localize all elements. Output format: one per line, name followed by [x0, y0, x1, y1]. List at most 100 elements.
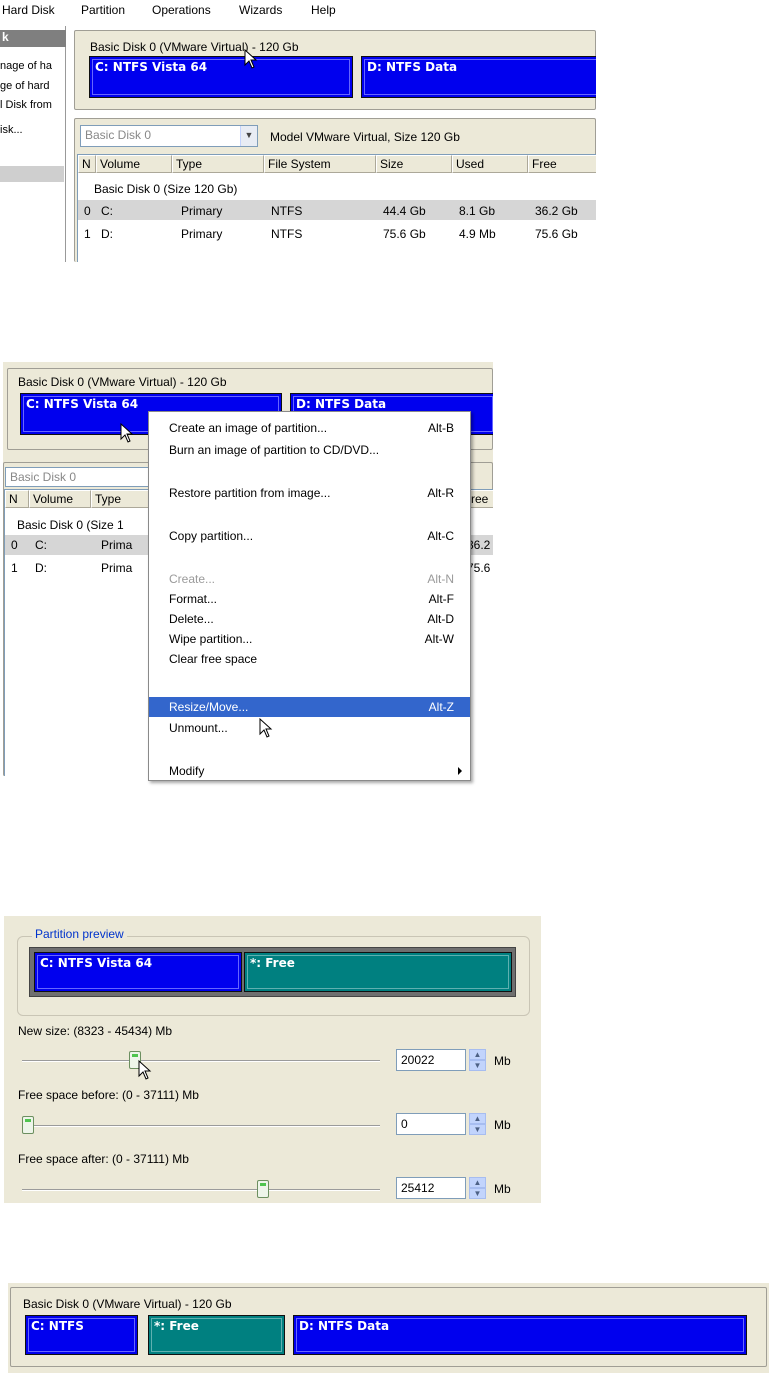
table-cell: 75.6 Gb: [383, 227, 426, 241]
free-before-spinner[interactable]: ▲ ▼: [469, 1113, 486, 1135]
preview-free-space[interactable]: *: Free: [244, 952, 512, 992]
mouse-cursor-icon: [138, 1060, 152, 1080]
col-header-used[interactable]: Used: [452, 155, 528, 173]
table-cell: 0: [84, 204, 91, 218]
free-after-slider-thumb[interactable]: [257, 1180, 270, 1198]
menu-bar: Hard Disk Partition Operations Wizards H…: [0, 0, 596, 20]
free-after-input[interactable]: 25412: [396, 1177, 466, 1199]
spin-up-icon[interactable]: ▲: [469, 1113, 486, 1124]
table-cell: NTFS: [271, 204, 303, 218]
sidebar-item[interactable]: nage of ha: [0, 60, 66, 78]
sidebar-item[interactable]: l Disk from: [0, 99, 66, 117]
partition-c-block[interactable]: C: NTFS Vista 64: [89, 56, 353, 98]
table-cell: 75.6 Gb: [535, 227, 578, 241]
menu-item-create-image[interactable]: Create an image of partition... Alt-B: [149, 418, 470, 438]
col-header-type[interactable]: Type: [172, 155, 264, 173]
spin-down-icon[interactable]: ▼: [469, 1060, 486, 1071]
disk-map-title: Basic Disk 0 (VMware Virtual) - 120 Gb: [90, 40, 299, 54]
new-size-unit: Mb: [494, 1054, 511, 1068]
free-after-label: Free space after: (0 - 37111) Mb: [18, 1152, 189, 1166]
partition-d-block[interactable]: D: NTFS Data: [293, 1315, 747, 1355]
free-before-input[interactable]: 0: [396, 1113, 466, 1135]
menu-separator: [165, 750, 463, 751]
disk-map-panel: Basic Disk 0 (VMware Virtual) - 120 Gb C…: [10, 1287, 767, 1367]
table-cell: D:: [35, 561, 47, 575]
disk-select-value: Basic Disk 0: [10, 470, 77, 484]
menu-operations[interactable]: Operations: [152, 3, 211, 17]
col-header-file-system[interactable]: File System: [264, 155, 376, 173]
sidebar-selection: [0, 166, 64, 182]
free-before-slider-track[interactable]: [22, 1125, 380, 1127]
col-header-type[interactable]: Type: [91, 490, 151, 508]
disk-map-panel: Basic Disk 0 (VMware Virtual) - 120 Gb C…: [74, 30, 596, 110]
free-before-label: Free space before: (0 - 37111) Mb: [18, 1088, 199, 1102]
col-header-n[interactable]: N: [78, 155, 96, 173]
partition-c-label: C: NTFS Vista 64: [95, 60, 208, 74]
disk-model-text: Model VMware Virtual, Size 120 Gb: [270, 130, 460, 144]
sidebar-item[interactable]: ge of hard: [0, 80, 66, 98]
spin-up-icon[interactable]: ▲: [469, 1177, 486, 1188]
free-before-unit: Mb: [494, 1118, 511, 1132]
menu-separator: [165, 516, 463, 517]
disk-group-label: Basic Disk 0 (Size 120 Gb): [94, 182, 238, 196]
menu-item-copy-partition[interactable]: Copy partition... Alt-C: [149, 526, 470, 546]
menu-item-format[interactable]: Format... Alt-F: [149, 589, 470, 609]
partition-d-block[interactable]: D: NTFS Data: [361, 56, 596, 98]
table-cell: 8.1 Gb: [459, 204, 496, 218]
table-cell: 36.2 Gb: [535, 204, 578, 218]
menu-hard-disk[interactable]: Hard Disk: [2, 3, 55, 17]
disk-group-label: Basic Disk 0 (Size 1: [17, 518, 124, 532]
col-header-free[interactable]: Free: [528, 155, 596, 173]
menu-item-burn-image[interactable]: Burn an image of partition to CD/DVD...: [149, 440, 470, 460]
free-before-slider-thumb[interactable]: [22, 1116, 34, 1134]
disk-map-title: Basic Disk 0 (VMware Virtual) - 120 Gb: [23, 1297, 232, 1311]
col-header-volume[interactable]: Volume: [96, 155, 172, 173]
col-header-volume[interactable]: Volume: [29, 490, 91, 508]
mouse-cursor-icon: [259, 718, 273, 738]
col-header-size[interactable]: Size: [376, 155, 452, 173]
table-cell: 0: [11, 538, 18, 552]
table-cell: 44.4 Gb: [383, 204, 426, 218]
spin-up-icon[interactable]: ▲: [469, 1049, 486, 1060]
new-size-label: New size: (8323 - 45434) Mb: [18, 1024, 173, 1038]
menu-partition[interactable]: Partition: [81, 3, 125, 17]
table-cell: Prima: [101, 538, 133, 552]
menu-help[interactable]: Help: [311, 3, 336, 17]
sidebar-item[interactable]: isk...: [0, 124, 66, 142]
table-cell: Prima: [101, 561, 133, 575]
menu-item-delete[interactable]: Delete... Alt-D: [149, 609, 470, 629]
table-row-selected[interactable]: [78, 200, 596, 220]
preview-partition-c-label: C: NTFS Vista 64: [40, 956, 153, 970]
free-after-spinner[interactable]: ▲ ▼: [469, 1177, 486, 1199]
menu-wizards[interactable]: Wizards: [239, 3, 282, 17]
table-cell: D:: [101, 227, 113, 241]
spin-down-icon[interactable]: ▼: [469, 1124, 486, 1135]
sidebar: k nage of ha ge of hard l Disk from isk.…: [0, 26, 66, 262]
free-after-slider-track[interactable]: [22, 1189, 380, 1191]
partition-c-block[interactable]: C: NTFS: [25, 1315, 138, 1355]
table-cell: Primary: [181, 204, 223, 218]
menu-item-modify[interactable]: Modify: [149, 761, 470, 781]
disk-select[interactable]: Basic Disk 0 ▼: [80, 125, 258, 147]
spin-down-icon[interactable]: ▼: [469, 1188, 486, 1199]
menu-separator: [165, 472, 463, 473]
mouse-cursor-icon: [244, 49, 258, 69]
preview-free-space-label: *: Free: [250, 956, 295, 970]
partition-c-label: C: NTFS Vista 64: [26, 397, 139, 411]
menu-item-resize-move[interactable]: Resize/Move... Alt-Z: [149, 697, 470, 717]
chevron-down-icon[interactable]: ▼: [240, 126, 257, 146]
menu-item-wipe-partition[interactable]: Wipe partition... Alt-W: [149, 629, 470, 649]
menu-item-unmount[interactable]: Unmount...: [149, 718, 470, 738]
col-header-n[interactable]: N: [5, 490, 29, 508]
new-size-slider-track[interactable]: [22, 1060, 380, 1062]
mouse-cursor-icon: [120, 423, 134, 443]
disk-select[interactable]: Basic Disk 0: [5, 467, 165, 487]
menu-item-clear-free-space[interactable]: Clear free space: [149, 649, 470, 669]
new-size-input[interactable]: 20022: [396, 1049, 466, 1071]
resize-dialog-screenshot: Partition preview C: NTFS Vista 64 *: Fr…: [4, 916, 541, 1203]
preview-partition-c[interactable]: C: NTFS Vista 64: [34, 952, 242, 992]
menu-item-restore-partition[interactable]: Restore partition from image... Alt-R: [149, 483, 470, 503]
new-size-spinner[interactable]: ▲ ▼: [469, 1049, 486, 1071]
menu-item-create: Create... Alt-N: [169, 572, 454, 586]
free-space-block[interactable]: *: Free: [148, 1315, 285, 1355]
